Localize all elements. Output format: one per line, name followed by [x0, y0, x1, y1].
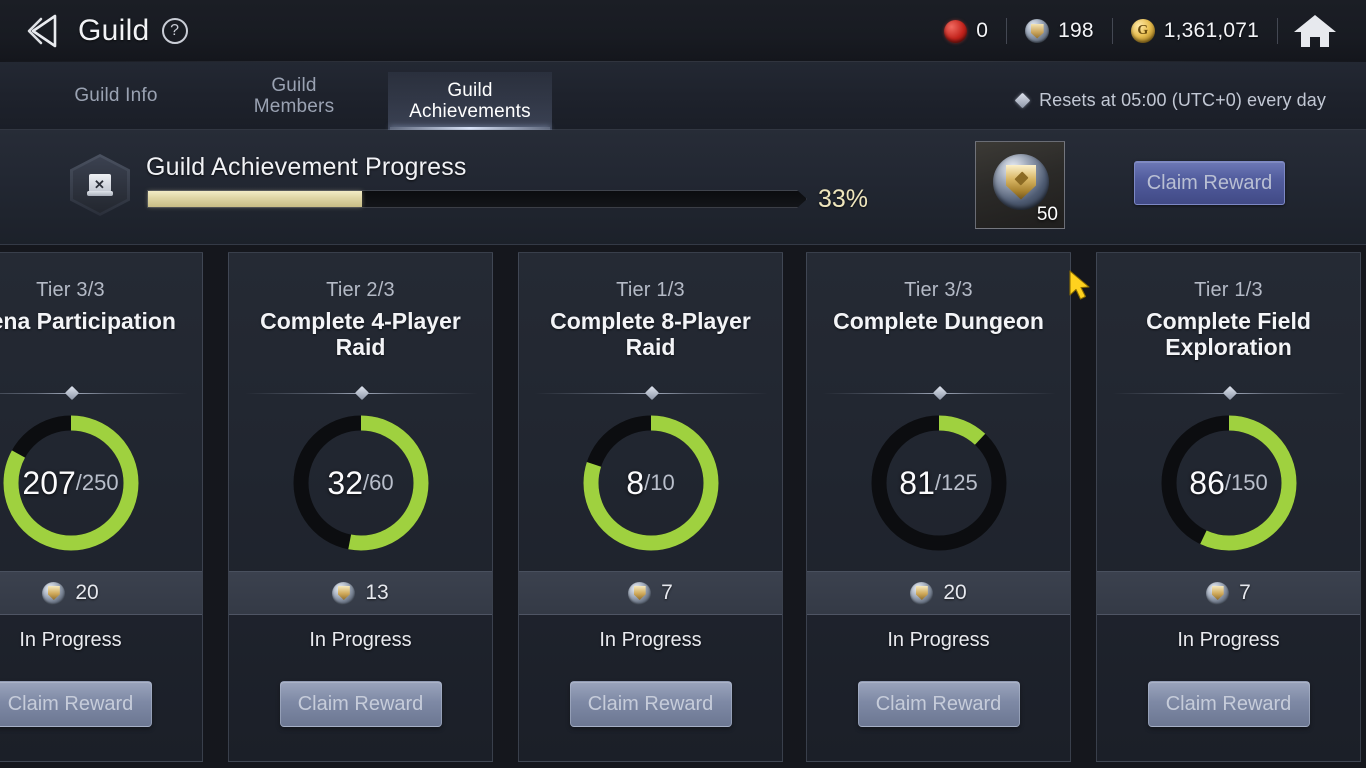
card-progress-value: 32/60: [327, 464, 394, 501]
guild-medal-icon: [332, 581, 356, 605]
achievement-card: Tier 3/3 Arena Participation 207/250 20 In P…: [0, 252, 203, 762]
guild-medal-icon: [628, 581, 652, 605]
card-title: Complete 8-Player Raid: [550, 308, 751, 360]
currency-red-orb[interactable]: 0: [926, 15, 1006, 47]
guild-medal-icon: [910, 581, 934, 605]
card-reward-amount: 20: [75, 581, 99, 604]
card-tier: Tier 3/3: [904, 279, 973, 301]
claim-reward-button-main[interactable]: Claim Reward: [1134, 161, 1285, 205]
achievement-card: Tier 1/3 Complete Field Exploration 86/150…: [1096, 252, 1361, 762]
top-bar: Guild ? 0 198 G 1,361,071: [0, 0, 1366, 62]
card-progress-value: 8/10: [626, 464, 675, 501]
reset-note-text: Resets at 05:00 (UTC+0) every day: [1039, 90, 1326, 110]
guild-scroll-icon: ✕: [70, 154, 130, 216]
guild-progress-reward-quantity: 50: [1036, 204, 1058, 225]
card-divider: [0, 385, 188, 401]
currency-gold[interactable]: G 1,361,071: [1113, 15, 1277, 47]
achievement-card-list: Tier 3/3 Arena Participation 207/250 20 In P…: [0, 246, 1366, 768]
card-progress-ring: 207/250: [0, 409, 145, 557]
card-reward-row: 7: [519, 571, 782, 615]
guild-medal-icon: [1025, 19, 1050, 43]
red-orb-icon: [944, 19, 968, 43]
help-icon[interactable]: ?: [161, 18, 188, 44]
card-title: Arena Participation: [0, 308, 176, 334]
card-reward-amount: 13: [365, 581, 389, 604]
card-status: In Progress: [599, 629, 702, 651]
guild-progress-label: Guild Achievement Progress: [146, 153, 467, 181]
currency-guild-medal-value: 198: [1058, 19, 1094, 42]
reset-note: Resets at 05:00 (UTC+0) every day: [1014, 90, 1326, 111]
claim-reward-button[interactable]: Claim Reward: [569, 681, 732, 727]
card-reward-row: 7: [1097, 571, 1360, 615]
claim-reward-button[interactable]: Claim Reward: [857, 681, 1020, 727]
card-reward-row: 20: [0, 571, 202, 615]
currency-divider: [1277, 18, 1278, 44]
guild-medal-icon: [993, 154, 1049, 210]
card-title: Complete Dungeon: [833, 308, 1044, 334]
card-title: Complete 4-Player Raid: [260, 308, 461, 360]
card-reward-amount: 7: [1239, 581, 1251, 604]
card-title: Complete Field Exploration: [1146, 308, 1311, 360]
achievement-card: Tier 3/3 Complete Dungeon 81/125 20 In Progr…: [806, 252, 1071, 762]
card-progress-ring: 32/60: [287, 409, 435, 557]
tab-bar: Guild Info Guild Members Guild Achieveme…: [0, 62, 1366, 130]
tab-guild-achievements[interactable]: Guild Achievements: [388, 72, 552, 130]
card-tier: Tier 3/3: [36, 279, 105, 301]
diamond-bullet-icon: [1014, 92, 1031, 109]
card-reward-amount: 7: [661, 581, 673, 604]
claim-reward-button[interactable]: Claim Reward: [279, 681, 442, 727]
guild-progress-bar: [147, 190, 807, 208]
gold-coin-icon: G: [1130, 19, 1155, 43]
card-progress-value: 207/250: [22, 464, 119, 501]
guild-medal-icon: [1206, 581, 1230, 605]
claim-reward-button[interactable]: Claim Reward: [1147, 681, 1310, 727]
guild-progress-percent: 33%: [818, 185, 869, 213]
progress-bar-fill: [148, 191, 362, 207]
currency-red-orb-value: 0: [976, 19, 989, 42]
currency-bar: 0 198 G 1,361,071: [926, 9, 1366, 53]
currency-gold-value: 1,361,071: [1163, 19, 1259, 42]
card-tier: Tier 1/3: [1194, 279, 1263, 301]
card-status: In Progress: [887, 629, 990, 651]
tab-guild-info[interactable]: Guild Info: [48, 69, 184, 123]
guild-medal-icon: [42, 581, 66, 605]
card-divider: [1113, 385, 1346, 401]
card-reward-amount: 20: [943, 581, 967, 604]
home-button[interactable]: [1284, 8, 1346, 54]
back-button[interactable]: [22, 9, 74, 53]
back-arrow-icon: [27, 14, 57, 48]
card-progress-ring: 86/150: [1155, 409, 1303, 557]
card-progress-value: 81/125: [899, 464, 978, 501]
card-progress-ring: 8/10: [577, 409, 725, 557]
card-tier: Tier 1/3: [616, 279, 685, 301]
claim-reward-button[interactable]: Claim Reward: [0, 681, 152, 727]
card-progress-ring: 81/125: [865, 409, 1013, 557]
card-status: In Progress: [1177, 629, 1280, 651]
card-divider: [823, 385, 1056, 401]
guild-achievements-screen: Guild ? 0 198 G 1,361,071 Guild Info Gui…: [0, 0, 1366, 768]
page-title: Guild: [78, 14, 150, 47]
home-icon: [1294, 15, 1336, 47]
card-reward-row: 13: [229, 571, 492, 615]
card-tier: Tier 2/3: [326, 279, 395, 301]
guild-progress-reward-slot[interactable]: 50: [975, 141, 1065, 229]
card-status: In Progress: [309, 629, 412, 651]
card-status: In Progress: [19, 629, 122, 651]
card-progress-value: 86/150: [1189, 464, 1268, 501]
tab-guild-members[interactable]: Guild Members: [236, 69, 352, 123]
card-reward-row: 20: [807, 571, 1070, 615]
achievement-card: Tier 1/3 Complete 8-Player Raid 8/10 7 In Pr…: [518, 252, 783, 762]
achievement-card: Tier 2/3 Complete 4-Player Raid 32/60 13 In …: [228, 252, 493, 762]
currency-guild-medal[interactable]: 198: [1007, 15, 1112, 47]
card-divider: [245, 385, 478, 401]
card-divider: [535, 385, 768, 401]
